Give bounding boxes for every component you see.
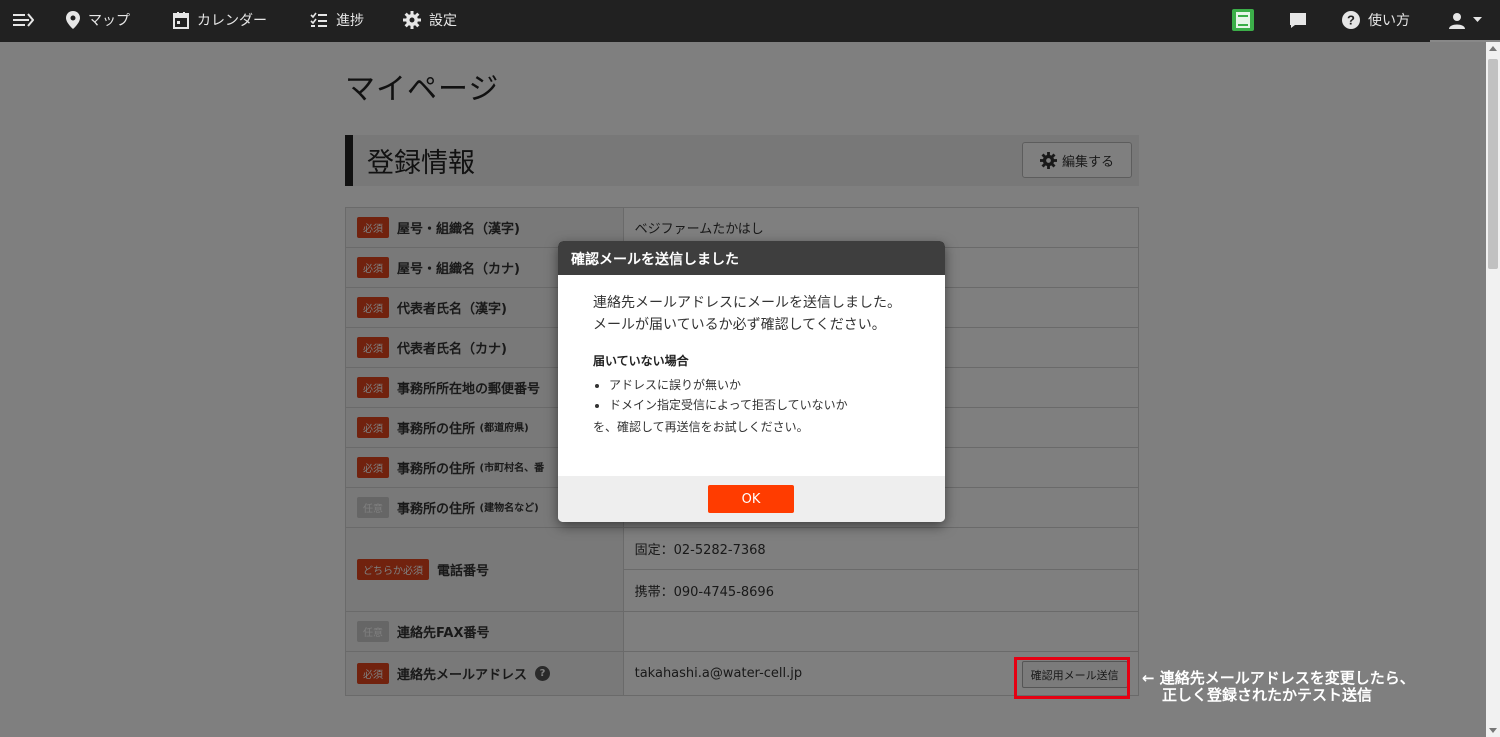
nav-calendar-label: カレンダー [197,13,267,29]
modal-checklist: アドレスに誤りが無いか ドメイン指定受信によって拒否していないか [593,375,923,415]
menu-toggle-button[interactable] [12,0,34,40]
modal-message-line1: 連絡先メールアドレスにメールを送信しました。 [593,295,901,311]
menu-collapse-icon [13,13,34,27]
modal-header: 確認メールを送信しました [558,241,945,275]
notebook-button[interactable] [1232,0,1254,40]
scroll-up-arrow-icon[interactable] [1489,46,1497,51]
nav-settings-label: 設定 [429,13,457,29]
caret-down-icon [1473,17,1482,22]
confirmation-modal: 確認メールを送信しました 連絡先メールアドレスにメールを送信しました。 メールが… [558,241,945,522]
help-nav-label: 使い方 [1368,13,1410,29]
svg-text:?: ? [1347,13,1355,28]
notebook-icon [1232,9,1254,31]
modal-closing-text: を、確認して再送信をお試しください。 [593,420,809,434]
nav-progress-label: 進捗 [336,13,364,29]
ok-button[interactable]: OK [708,485,794,513]
annotation-line1: ← 連絡先メールアドレスを変更したら、 [1142,669,1415,687]
nav-calendar[interactable]: カレンダー [173,0,267,40]
list-item: ドメイン指定受信によって拒否していないか [609,395,923,415]
checklist-icon [310,12,327,27]
annotation-line2: 正しく登録されたかテスト送信 [1162,686,1373,704]
user-menu[interactable] [1449,0,1482,40]
modal-body: 連絡先メールアドレスにメールを送信しました。 メールが届いているか必ず確認してく… [593,292,923,437]
modal-subheading: 届いていない場合 [593,354,689,368]
nav-settings[interactable]: 設定 [403,0,457,40]
question-circle-icon: ? [1342,11,1360,29]
nav-progress[interactable]: 進捗 [310,0,364,40]
calendar-icon [173,11,189,29]
user-icon [1449,12,1465,29]
modal-title: 確認メールを送信しました [571,252,739,268]
nav-map[interactable]: マップ [66,0,130,40]
help-nav[interactable]: ? 使い方 [1342,0,1410,40]
scrollbar-thumb[interactable] [1488,59,1498,269]
top-navbar: マップ カレンダー 進捗 設定 ? 使い方 [0,0,1500,42]
list-item: アドレスに誤りが無いか [609,375,923,395]
scrollbar[interactable] [1486,42,1500,737]
modal-footer: OK [558,476,945,522]
chat-icon [1290,12,1306,28]
scroll-down-arrow-icon[interactable] [1489,728,1497,733]
nav-map-label: マップ [88,13,130,29]
map-pin-icon [66,11,80,29]
chat-button[interactable] [1289,0,1307,40]
highlight-box [1014,657,1130,699]
modal-message-line2: メールが届いているか必ず確認してください。 [593,317,886,333]
annotation-text: ← 連絡先メールアドレスを変更したら、 正しく登録されたかテスト送信 [1142,670,1415,704]
gear-icon [403,11,421,29]
